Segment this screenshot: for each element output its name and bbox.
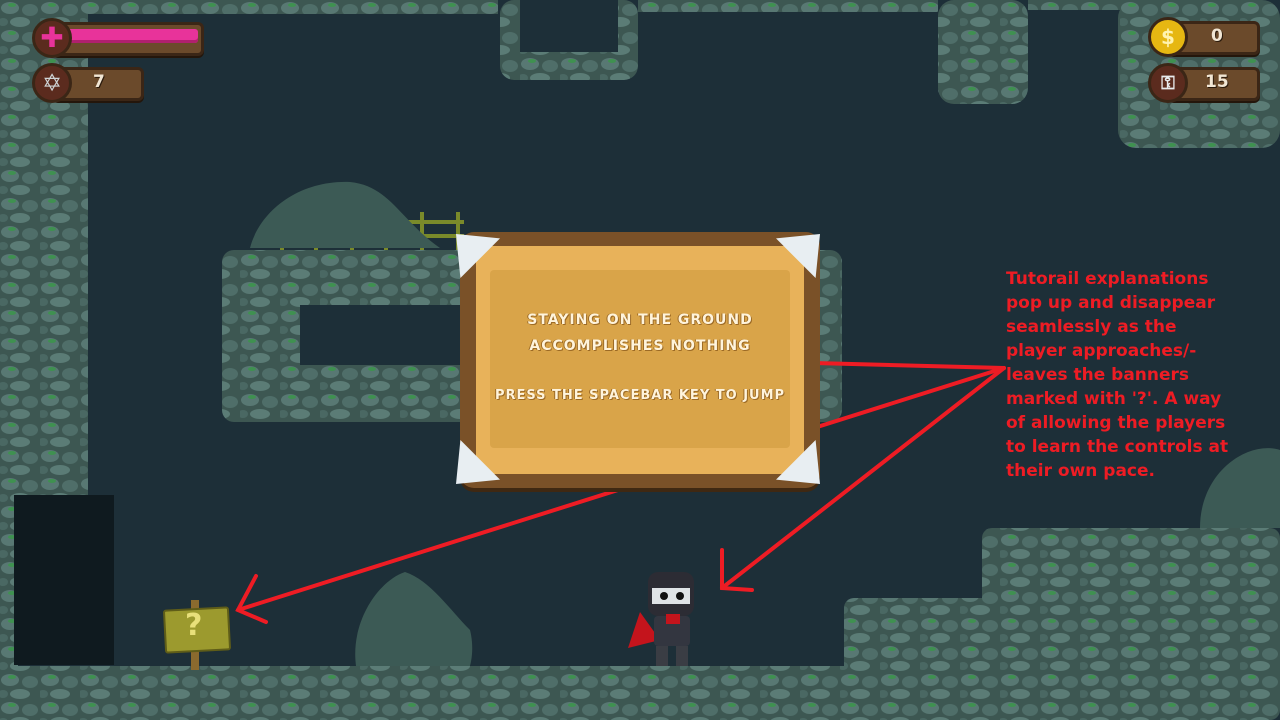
banner-line-1: STAYING ON THE GROUND [527, 312, 753, 328]
banner-line-2: ACCOMPLISHES NOTHING [529, 338, 751, 354]
right-step-high [982, 528, 1280, 720]
key-count: 15 [1205, 72, 1229, 92]
banner-paper-center [490, 270, 790, 448]
coin-symbol: $ [1161, 25, 1175, 49]
shuriken-count: 7 [93, 72, 105, 92]
health-bar [52, 22, 204, 56]
help-sign: ? [162, 600, 232, 670]
game-scene: ✚ 7 ✡ 0 $ 15 ⚿ STAYING ON THE GROUND ACC… [0, 0, 1280, 720]
ceiling-left [88, 0, 498, 14]
ground-floor [0, 666, 880, 720]
shuriken-icon: ✡ [32, 63, 72, 103]
ceiling-pillar [938, 0, 1028, 104]
banner-line-3: PRESS THE SPACEBAR KEY TO JUMP [494, 388, 786, 403]
annotation-text: Tutorail explanations pop up and disappe… [1006, 269, 1229, 481]
tutorial-banner: STAYING ON THE GROUND ACCOMPLISHES NOTHI… [456, 232, 820, 488]
sign-question-mark: ? [185, 608, 203, 643]
coin-count: 0 [1211, 26, 1223, 46]
plus-icon: ✚ [32, 18, 72, 58]
health-fill [58, 29, 198, 43]
key-icon: ⚿ [1148, 63, 1188, 103]
coin-icon: $ [1148, 17, 1188, 57]
